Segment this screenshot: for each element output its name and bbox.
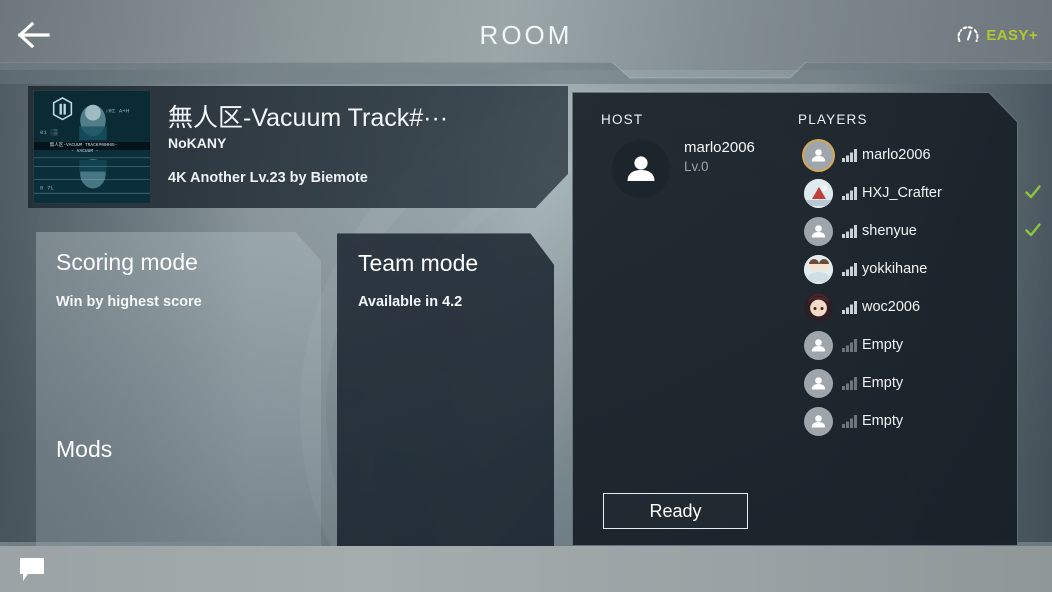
player-slot-empty-label: Empty bbox=[862, 337, 904, 353]
players-section-label: PLAYERS bbox=[798, 112, 868, 127]
svg-text:0 7L: 0 7L bbox=[40, 184, 55, 191]
player-name: woc2006 bbox=[862, 299, 921, 315]
person-icon bbox=[811, 414, 826, 427]
player-avatar bbox=[804, 254, 833, 284]
person-icon bbox=[811, 338, 826, 351]
page-title: ROOM bbox=[479, 20, 573, 50]
player-avatar bbox=[804, 140, 833, 170]
signal-strength-icon bbox=[842, 186, 858, 200]
signal-strength-icon bbox=[842, 300, 858, 314]
player-slot-empty-label: Empty bbox=[862, 413, 904, 429]
team-mode-subtitle: Available in 4.2 bbox=[358, 294, 463, 310]
bottom-bar bbox=[0, 546, 1052, 592]
svg-text:- VACUUM -: - VACUUM - bbox=[71, 148, 98, 154]
team-mode-card[interactable] bbox=[337, 233, 554, 550]
scoring-mode-title: Scoring mode bbox=[56, 249, 198, 275]
signal-strength-icon bbox=[842, 149, 857, 162]
person-icon bbox=[811, 148, 826, 161]
players-list: marlo2006 HXJ_Craftershenyue yokkihane woc2… bbox=[804, 136, 1041, 440]
person-icon bbox=[627, 156, 655, 181]
player-avatar bbox=[804, 368, 833, 398]
player-name: HXJ_Crafter bbox=[862, 185, 942, 201]
scoring-mode-subtitle: Win by highest score bbox=[56, 294, 202, 310]
host-level: Lv.0 bbox=[684, 159, 709, 174]
player-avatar bbox=[804, 216, 833, 246]
signal-strength-icon bbox=[842, 148, 858, 162]
signal-strength-icon bbox=[842, 301, 857, 314]
signal-strength-icon bbox=[842, 377, 857, 390]
difficulty-indicator[interactable]: EASY+ bbox=[955, 22, 1038, 48]
player-avatar bbox=[804, 178, 833, 208]
host-name: marlo2006 bbox=[684, 139, 755, 156]
player-slot-empty-label: Empty bbox=[862, 375, 904, 391]
ready-check-icon bbox=[1025, 185, 1041, 199]
signal-strength-icon bbox=[842, 263, 857, 276]
player-name: yokkihane bbox=[862, 261, 928, 277]
player-row[interactable]: HXJ_Crafter bbox=[804, 174, 1041, 212]
host-section-label: HOST bbox=[601, 112, 644, 127]
player-row[interactable]: shenyue bbox=[804, 212, 1041, 250]
player-name: shenyue bbox=[862, 223, 917, 239]
avatar-picture bbox=[804, 254, 833, 284]
avatar-picture bbox=[804, 178, 833, 208]
svg-text:01 ░▒: 01 ░▒ bbox=[40, 129, 58, 136]
signal-strength-icon bbox=[842, 376, 858, 390]
album-art-thumbnail: ♪ЯΣ A+H 01 ░▒ 0 7L 無人区-VACUUM TRACK#0006… bbox=[33, 90, 151, 204]
ready-button[interactable]: Ready bbox=[603, 493, 748, 529]
player-row[interactable]: Empty bbox=[804, 326, 1004, 364]
player-name: marlo2006 bbox=[862, 147, 931, 163]
chat-bubble-icon[interactable] bbox=[18, 556, 48, 582]
player-row[interactable]: Empty bbox=[804, 402, 1004, 440]
signal-strength-icon bbox=[842, 339, 857, 352]
signal-strength-icon bbox=[842, 415, 857, 428]
signal-strength-icon bbox=[842, 414, 858, 428]
player-row[interactable]: yokkihane bbox=[804, 250, 1004, 288]
signal-strength-icon bbox=[842, 187, 857, 200]
difficulty-label: EASY+ bbox=[986, 26, 1038, 44]
gauge-icon bbox=[957, 26, 979, 42]
player-row[interactable]: marlo2006 bbox=[804, 136, 1004, 174]
avatar-picture bbox=[804, 292, 833, 322]
player-row[interactable]: woc2006 bbox=[804, 288, 1004, 326]
ready-check-icon bbox=[1025, 223, 1041, 237]
mods-button[interactable]: Mods bbox=[56, 436, 112, 463]
host-avatar bbox=[612, 140, 670, 198]
svg-text:無人区-VACUUM TRACK#00065-: 無人区-VACUUM TRACK#00065- bbox=[50, 141, 118, 148]
song-artist: NoKANY bbox=[168, 135, 227, 151]
player-avatar bbox=[804, 406, 833, 436]
signal-strength-icon bbox=[842, 224, 858, 238]
album-art-graphic: ♪ЯΣ A+H 01 ░▒ 0 7L 無人区-VACUUM TRACK#0006… bbox=[34, 91, 150, 203]
song-chart-info: 4K Another Lv.23 by Biemote bbox=[168, 170, 368, 186]
player-avatar bbox=[804, 330, 833, 360]
signal-strength-icon bbox=[842, 262, 858, 276]
team-mode-title: Team mode bbox=[358, 250, 479, 276]
player-row[interactable]: Empty bbox=[804, 364, 1004, 402]
player-avatar bbox=[804, 292, 833, 322]
svg-text:♪ЯΣ A+H: ♪ЯΣ A+H bbox=[105, 108, 130, 115]
scoring-mode-card[interactable] bbox=[36, 232, 321, 550]
person-icon bbox=[811, 376, 826, 389]
signal-strength-icon bbox=[842, 225, 857, 238]
person-icon bbox=[811, 224, 826, 237]
signal-strength-icon bbox=[842, 338, 858, 352]
song-title: 無人区-Vacuum Track#··· bbox=[168, 104, 449, 132]
